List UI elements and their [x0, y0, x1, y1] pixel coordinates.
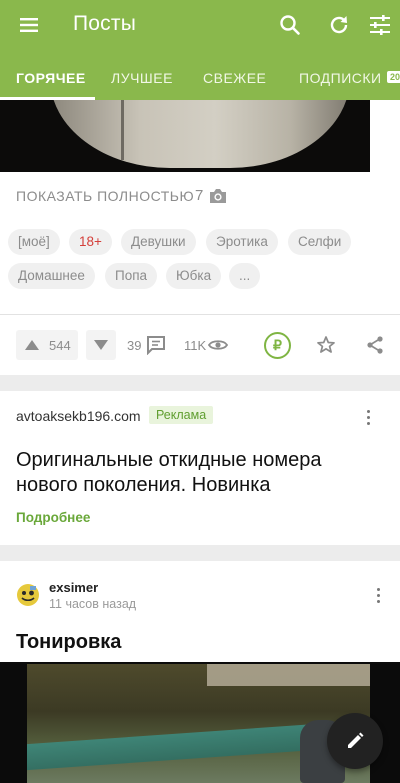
- upvote-button[interactable]: 544: [16, 330, 78, 360]
- tag-item[interactable]: [моё]: [8, 229, 60, 255]
- comments-count: 39: [127, 338, 142, 353]
- tab-fresh[interactable]: СВЕЖЕЕ: [203, 70, 266, 86]
- tab-subscriptions[interactable]: ПОДПИСКИ: [299, 70, 382, 86]
- more-options-icon[interactable]: [367, 410, 371, 428]
- views-count: 11K: [184, 338, 207, 353]
- post-time: 11 часов назад: [49, 597, 137, 611]
- ad-domain[interactable]: avtoaksekb196.com: [16, 408, 141, 424]
- arrow-down-icon: [94, 340, 108, 350]
- tag-item[interactable]: ...: [229, 263, 261, 289]
- ad-headline[interactable]: Оригинальные откидные номера нового поко…: [16, 448, 386, 498]
- post-card: ПОКАЗАТЬ ПОЛНОСТЬЮ 7 [моё] 18+ Девушки Э…: [0, 172, 400, 375]
- camera-icon: [210, 189, 226, 203]
- active-tab-indicator: [0, 97, 95, 100]
- divider: [0, 314, 400, 315]
- image-wall: [207, 664, 370, 686]
- rating-count: 544: [49, 338, 71, 353]
- ad-more-link[interactable]: Подробнее: [16, 510, 90, 525]
- tab-best[interactable]: ЛУЧШЕЕ: [111, 70, 173, 86]
- post-image[interactable]: [0, 100, 400, 172]
- author-name[interactable]: exsimer: [49, 580, 98, 595]
- ad-badge: Реклама: [149, 406, 214, 424]
- page-title: Посты: [73, 12, 136, 35]
- tag-item[interactable]: Девушки: [121, 229, 196, 255]
- more-options-icon[interactable]: [377, 588, 381, 606]
- create-post-button[interactable]: [327, 713, 383, 769]
- refresh-icon[interactable]: [326, 12, 352, 38]
- ad-card: avtoaksekb196.com Реклама Оригинальные о…: [0, 391, 400, 545]
- tag-item[interactable]: Попа: [105, 263, 158, 289]
- post-title[interactable]: Тонировка: [16, 631, 121, 654]
- image-seam: [121, 100, 124, 160]
- image-count: 7: [195, 187, 204, 204]
- filter-sliders-icon[interactable]: [367, 12, 393, 38]
- avatar[interactable]: [16, 583, 40, 607]
- star-icon[interactable]: [316, 335, 336, 355]
- tag-item[interactable]: Домашнее: [8, 263, 95, 289]
- arrow-up-icon: [25, 340, 39, 350]
- tag-item[interactable]: Эротика: [206, 229, 278, 255]
- eye-icon: [208, 340, 228, 350]
- subscriptions-badge: 20: [387, 71, 400, 83]
- donate-button[interactable]: ₽: [264, 332, 291, 359]
- tag-item[interactable]: 18+: [69, 229, 112, 255]
- downvote-button[interactable]: [86, 330, 116, 360]
- search-icon[interactable]: [277, 12, 303, 38]
- hamburger-menu-icon[interactable]: [16, 12, 42, 38]
- tab-bar: ГОРЯЧЕЕ ЛУЧШЕЕ СВЕЖЕЕ ПОДПИСКИ 20: [0, 54, 400, 100]
- tag-item[interactable]: Юбка: [166, 263, 222, 289]
- show-full-button[interactable]: ПОКАЗАТЬ ПОЛНОСТЬЮ: [16, 188, 194, 204]
- comment-icon[interactable]: [146, 335, 166, 355]
- tab-hot[interactable]: ГОРЯЧЕЕ: [16, 70, 86, 86]
- share-icon[interactable]: [365, 335, 385, 355]
- tag-item[interactable]: Селфи: [288, 229, 352, 255]
- app-bar: Посты ГОРЯЧЕЕ ЛУЧШЕЕ СВЕЖЕЕ ПОДПИСКИ 20: [0, 0, 400, 100]
- pencil-icon: [348, 732, 364, 748]
